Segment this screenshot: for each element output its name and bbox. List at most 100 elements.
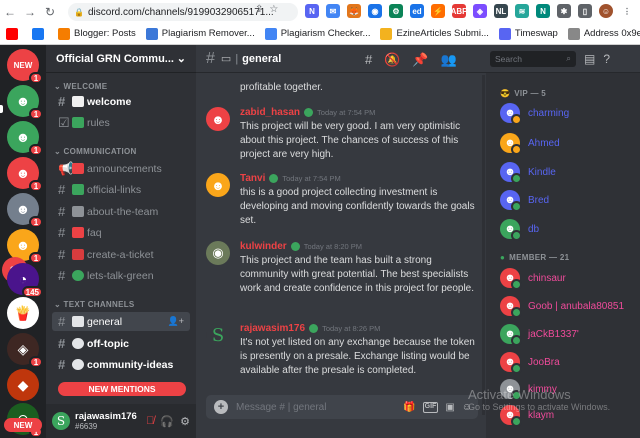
message-author[interactable]: kulwinder	[240, 241, 287, 252]
avatar[interactable]: ☻	[206, 173, 230, 197]
category-welcome[interactable]: ⌄ WELCOME	[54, 82, 107, 91]
member-item[interactable]: ☻ chinsaur	[500, 268, 566, 290]
bookmark-item[interactable]	[6, 27, 22, 40]
channel-faq[interactable]: # faq	[52, 223, 190, 242]
category-text-channels[interactable]: ⌄ TEXT CHANNELS	[54, 300, 135, 309]
chat-scrollbar[interactable]	[482, 75, 485, 415]
extension-icon[interactable]: ◈	[473, 4, 487, 18]
channel-lets-talk-green[interactable]: # lets-talk-green	[52, 266, 190, 285]
new-mentions-pill[interactable]: NEW MENTIONS	[58, 382, 186, 396]
channel-about-the-team[interactable]: # about-the-team	[52, 202, 190, 221]
members-icon[interactable]: 👥	[441, 52, 457, 68]
bookmark-item[interactable]: Address 0x9ea5150...	[567, 27, 640, 40]
channel-off-topic[interactable]: # off-topic	[52, 334, 190, 353]
reload-icon[interactable]: ↻	[40, 5, 60, 19]
extension-icon[interactable]: NL	[494, 4, 508, 18]
extension-icon[interactable]: N	[536, 4, 550, 18]
channel-general[interactable]: # general 👤+	[52, 312, 190, 331]
profile-avatar-icon[interactable]: ☺	[599, 4, 613, 18]
avatar[interactable]: ◉	[206, 241, 230, 265]
forward-icon[interactable]: →	[20, 5, 40, 19]
url-text: discord.com/channels/91990329065171...	[87, 6, 274, 18]
threads-icon[interactable]: #	[365, 52, 372, 68]
sidebar-icon[interactable]: ▯	[578, 4, 592, 18]
server-icon[interactable]: ◈ 1	[7, 333, 43, 368]
bookmark-item[interactable]	[32, 27, 48, 40]
channel-create-a-ticket[interactable]: # create-a-ticket	[52, 245, 190, 264]
mute-mic-icon[interactable]: 🎙̸	[146, 415, 154, 428]
message-input[interactable]: + Message # | general 🎁 GIF ▣ ☺	[206, 395, 478, 419]
channel-official-links[interactable]: # official-links	[52, 180, 190, 199]
bookmark-item[interactable]: Plagiarism Checker...	[264, 27, 370, 40]
extension-icon[interactable]: N	[305, 4, 319, 18]
metamask-icon[interactable]: 🦊	[347, 4, 361, 18]
extension-icon[interactable]: ✉	[326, 4, 340, 18]
discord-server-icon[interactable]: ☻ 1	[7, 85, 43, 120]
server-header[interactable]: Official GRN Commu... ⌄	[46, 45, 196, 73]
extension-icon[interactable]: ABP	[451, 4, 467, 18]
member-item[interactable]: ☻ charming	[500, 103, 569, 125]
headphones-icon[interactable]: 🎧	[160, 415, 174, 428]
bell-muted-icon[interactable]: 🔕	[384, 52, 400, 68]
search-input[interactable]: Search ⌕	[490, 50, 576, 67]
puzzle-icon[interactable]: ✱	[557, 4, 571, 18]
channel-announcements[interactable]: 📢 announcements	[52, 159, 190, 178]
server-icon[interactable]: ◆	[7, 369, 39, 401]
message-author[interactable]: rajawasim176	[240, 323, 305, 334]
extension-icon[interactable]: ed	[410, 4, 424, 18]
hash-icon: #	[58, 268, 66, 283]
server-icon[interactable]: 🍟	[7, 297, 39, 329]
gear-icon[interactable]: ⚙	[180, 415, 190, 428]
bookmark-item[interactable]: Plagiarism Remover...	[145, 27, 255, 40]
gift-icon[interactable]: 🎁	[403, 402, 415, 413]
channel-welcome[interactable]: # welcome	[52, 92, 190, 111]
message-text: profitable together.	[240, 82, 323, 93]
sticker-icon[interactable]: ▣	[445, 402, 454, 413]
add-member-icon[interactable]: 👤+	[168, 316, 184, 327]
user-info[interactable]: rajawasim176 #6639	[75, 411, 137, 431]
avatar[interactable]: ☻	[206, 107, 230, 131]
new-server-icon[interactable]: NEW 1	[7, 49, 43, 84]
extension-icon[interactable]: ≋	[515, 4, 529, 18]
hash-icon: #	[206, 49, 215, 67]
avatar[interactable]: S	[52, 412, 70, 430]
gif-icon[interactable]: GIF	[422, 401, 439, 413]
member-item[interactable]: ☻ db	[500, 219, 539, 241]
discord-server-icon[interactable]: ☻ 1	[7, 193, 43, 228]
discord-server-icon[interactable]: ☻ 1	[7, 157, 43, 192]
discord-server-icon[interactable]: ☻ 1	[7, 229, 43, 264]
member-item[interactable]: ☻ jaCkB1337'	[500, 324, 579, 346]
bookmark-star-icon[interactable]: ☆	[269, 4, 278, 15]
category-communication[interactable]: ⌄ COMMUNICATION	[54, 147, 137, 156]
member-item[interactable]: ☻ JooBra	[500, 352, 560, 374]
message-author[interactable]: Tanvi	[240, 173, 265, 184]
extension-icon[interactable]: ⚡	[431, 4, 445, 18]
bookmarks-bar: Blogger: Posts Plagiarism Remover... Pla…	[0, 23, 640, 44]
member-item[interactable]: ☻ Ahmed	[500, 133, 560, 155]
extension-icon[interactable]: ◉	[368, 4, 382, 18]
discord-server-icon[interactable]: ☻ 1	[7, 121, 43, 156]
server-icon[interactable]: ◔ 145	[7, 263, 43, 298]
member-item[interactable]: ☻ Kindle	[500, 162, 556, 184]
message-continuation: profitable together.	[206, 79, 478, 95]
message-author[interactable]: zabid_hasan	[240, 107, 300, 118]
menu-kebab-icon[interactable]: ⋮	[620, 4, 634, 18]
extension-icon[interactable]: ⚙	[389, 4, 403, 18]
member-item[interactable]: ☻ Bred	[500, 190, 549, 212]
bookmark-item[interactable]: Timeswap	[498, 27, 558, 40]
channel-community-ideas[interactable]: # community-ideas	[52, 355, 190, 374]
hash-icon: #	[58, 336, 66, 351]
back-icon[interactable]: ←	[0, 5, 20, 19]
help-icon[interactable]: ?	[603, 52, 610, 66]
bookmark-item[interactable]: Blogger: Posts	[58, 27, 136, 40]
member-item[interactable]: ☻ Goob | anubala80851	[500, 296, 624, 318]
composer-tools: 🎁 GIF ▣ ☺	[403, 401, 472, 413]
new-unreads-pill[interactable]: NEW	[4, 418, 42, 432]
share-icon[interactable]: ⇪	[255, 4, 263, 15]
inbox-icon[interactable]: ▤	[584, 52, 595, 66]
avatar[interactable]: S	[206, 323, 230, 347]
bookmark-item[interactable]: EzineArticles Submi...	[380, 27, 489, 40]
pin-icon[interactable]: 📌	[412, 52, 428, 68]
channel-rules[interactable]: ☑ rules	[52, 113, 190, 132]
plus-icon[interactable]: +	[214, 400, 228, 414]
